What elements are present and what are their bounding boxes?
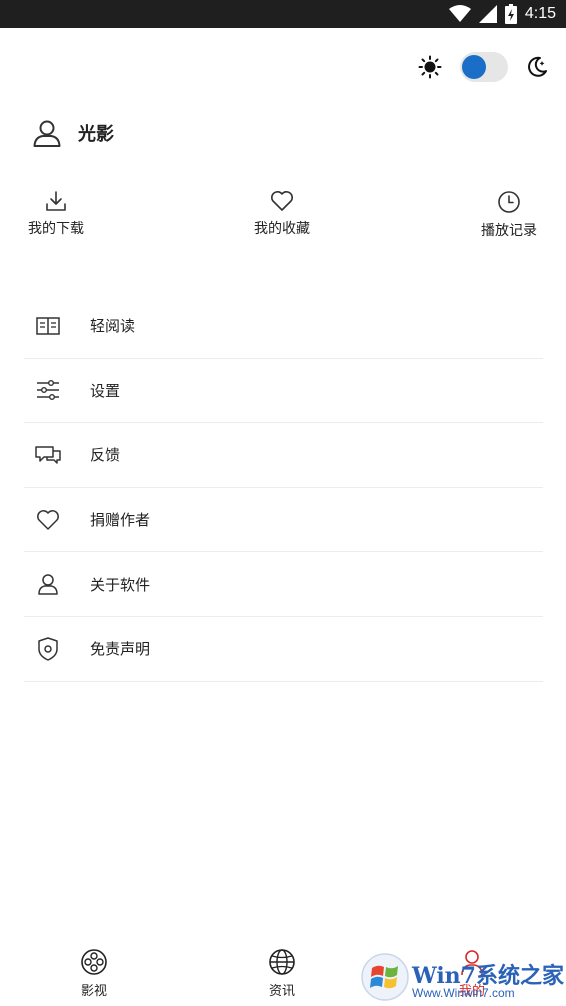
theme-switcher	[418, 52, 548, 82]
shield-icon	[38, 637, 58, 661]
menu-item-label: 设置	[90, 381, 121, 400]
profile-header[interactable]: 光影	[32, 118, 114, 148]
profile-name: 光影	[78, 124, 114, 145]
dark-mode-toggle[interactable]	[460, 52, 508, 82]
heart-icon	[271, 191, 293, 211]
signal-icon	[478, 5, 497, 23]
sliders-icon	[37, 380, 59, 401]
windows-logo-icon	[361, 953, 409, 1001]
menu-item-label: 捐赠作者	[90, 511, 151, 530]
clock-icon	[498, 191, 520, 213]
menu-item-label: 反馈	[90, 446, 121, 465]
status-time: 4:15	[524, 5, 556, 22]
menu-item-donate[interactable]: 捐赠作者	[24, 488, 543, 553]
quick-action-label: 我的下载	[28, 221, 84, 237]
avatar-icon	[33, 120, 61, 147]
quick-actions: 我的下载 我的收藏 播放记录	[0, 190, 566, 250]
wifi-icon	[448, 5, 471, 22]
film-reel-icon	[81, 949, 107, 975]
heart-icon	[37, 509, 59, 530]
moon-icon[interactable]	[526, 56, 548, 78]
tab-movies[interactable]: 影视	[80, 948, 108, 999]
tab-news[interactable]: 资讯	[268, 948, 296, 999]
quick-action-history[interactable]: 播放记录	[481, 190, 537, 240]
menu-item-feedback[interactable]: 反馈	[24, 423, 543, 488]
sun-icon[interactable]	[418, 55, 442, 79]
chat-icon	[35, 446, 61, 464]
menu-item-disclaimer[interactable]: 免责声明	[24, 617, 543, 682]
quick-action-favorites[interactable]: 我的收藏	[254, 190, 310, 238]
user-icon	[38, 574, 58, 595]
tab-label: 影视	[80, 984, 107, 999]
menu-item-light-reading[interactable]: 轻阅读	[24, 294, 543, 359]
globe-icon	[269, 949, 295, 975]
toggle-knob	[462, 55, 486, 79]
battery-icon	[504, 4, 517, 24]
menu-item-settings[interactable]: 设置	[24, 359, 543, 424]
site-watermark: Win7系统之家 Www.Winwin7.com	[360, 952, 564, 1004]
quick-action-label: 我的收藏	[254, 221, 310, 237]
menu-item-about[interactable]: 关于软件	[24, 552, 543, 617]
watermark-url: Www.Winwin7.com	[412, 986, 515, 1000]
download-icon	[46, 191, 66, 211]
quick-action-label: 播放记录	[481, 223, 537, 239]
status-bar: 4:15	[0, 0, 566, 28]
settings-menu: 轻阅读 设置 反馈 捐赠作者 关于软件 免责声明	[24, 294, 543, 682]
tab-label: 资讯	[268, 984, 295, 999]
menu-item-label: 免责声明	[90, 640, 151, 659]
menu-item-label: 关于软件	[90, 575, 151, 594]
menu-item-label: 轻阅读	[90, 317, 136, 336]
quick-action-downloads[interactable]: 我的下载	[28, 190, 84, 238]
book-icon	[36, 317, 60, 335]
